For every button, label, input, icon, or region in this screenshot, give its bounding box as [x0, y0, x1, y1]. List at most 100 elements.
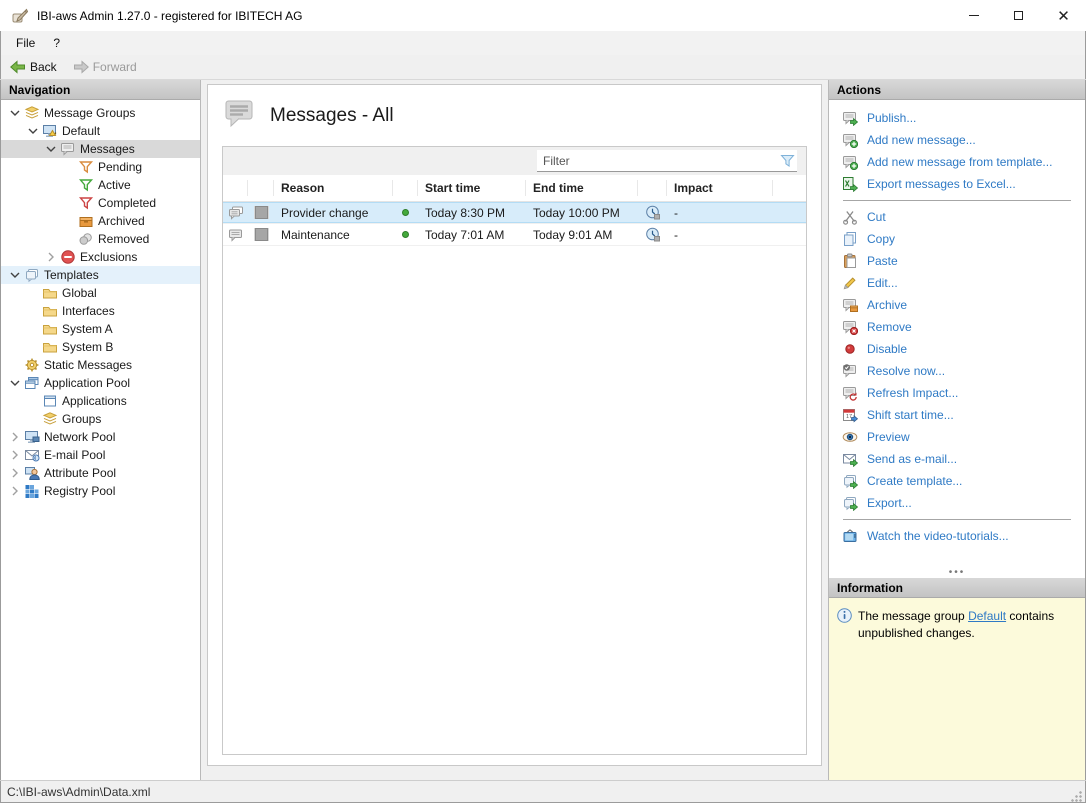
close-button[interactable]: ✕: [1041, 1, 1086, 31]
action-publish[interactable]: Publish...: [841, 107, 1085, 129]
tree-item-completed[interactable]: Completed: [1, 194, 200, 212]
action-copy[interactable]: Copy: [841, 228, 1085, 250]
tree-item-label: Default: [58, 124, 100, 138]
tree-item-pending[interactable]: Pending: [1, 158, 200, 176]
action-watch-the-video-tutorials[interactable]: Watch the video-tutorials...: [841, 525, 1085, 547]
menu-help[interactable]: ?: [44, 32, 69, 54]
navigation-tree: Message Groups Default Messages PendingActi…: [1, 100, 200, 780]
action-archive[interactable]: Archive: [841, 294, 1085, 316]
page-title: Messages - All: [270, 105, 394, 127]
tree-item-label: Messages: [76, 142, 135, 156]
navigation-panel-header: Navigation: [1, 80, 200, 100]
action-paste[interactable]: Paste: [841, 250, 1085, 272]
folder-icon: [41, 339, 58, 355]
tree-item-messages[interactable]: Messages: [1, 140, 200, 158]
expander-closed-icon[interactable]: [7, 465, 23, 481]
expander-open-icon[interactable]: [7, 375, 23, 391]
action-export[interactable]: Export...: [841, 492, 1085, 514]
menu-file[interactable]: File: [7, 32, 44, 54]
tree-item-label: Message Groups: [40, 106, 135, 120]
default-group-link[interactable]: Default: [968, 609, 1006, 623]
action-shift-start-time[interactable]: 17Shift start time...: [841, 404, 1085, 426]
tree-item-system-a[interactable]: System A: [1, 320, 200, 338]
column-header-impact[interactable]: Impact: [667, 180, 773, 196]
folder-icon: [41, 285, 58, 301]
tree-item-interfaces[interactable]: Interfaces: [1, 302, 200, 320]
forward-button[interactable]: Forward: [67, 58, 143, 76]
tree-item-templates[interactable]: Templates: [1, 266, 200, 284]
email-pool-icon: [23, 447, 40, 463]
status-dot: [393, 231, 418, 238]
tree-item-attribute-pool[interactable]: Attribute Pool: [1, 464, 200, 482]
tree-item-global[interactable]: Global: [1, 284, 200, 302]
expander-closed-icon[interactable]: [7, 429, 23, 445]
expander-open-icon[interactable]: [25, 123, 41, 139]
filter-funnel-icon[interactable]: [777, 154, 797, 168]
filter-pending-icon: [77, 159, 94, 175]
minimize-button[interactable]: [951, 1, 996, 31]
expander-closed-icon[interactable]: [7, 483, 23, 499]
tree-item-network-pool[interactable]: Network Pool: [1, 428, 200, 446]
tree-item-static-messages[interactable]: Static Messages: [1, 356, 200, 374]
action-refresh-impact[interactable]: Refresh Impact...: [841, 382, 1085, 404]
tree-item-e-mail-pool[interactable]: E-mail Pool: [1, 446, 200, 464]
action-remove[interactable]: Remove: [841, 316, 1085, 338]
column-header-status[interactable]: [393, 180, 418, 196]
tree-item-registry-pool[interactable]: Registry Pool: [1, 482, 200, 500]
content-area: Messages - All Reason Start timeEnd time I…: [201, 80, 828, 780]
action-add-new-message-from-template[interactable]: Add new message from template...: [841, 151, 1085, 173]
tree-item-exclusions[interactable]: Exclusions: [1, 248, 200, 266]
expander-open-icon[interactable]: [7, 105, 23, 121]
action-export-messages-to-excel[interactable]: Export messages to Excel...: [841, 173, 1085, 195]
maximize-button[interactable]: [996, 1, 1041, 31]
tree-item-message-groups[interactable]: Message Groups: [1, 104, 200, 122]
expander-closed-icon[interactable]: [7, 447, 23, 463]
archive-action-icon: [841, 297, 858, 313]
panel-splitter[interactable]: •••: [829, 568, 1085, 578]
message-row-provider-change[interactable]: Provider changeToday 8:30 PMToday 10:00 …: [223, 202, 806, 224]
tree-item-system-b[interactable]: System B: [1, 338, 200, 356]
tree-item-default[interactable]: Default: [1, 122, 200, 140]
action-resolve-now[interactable]: Resolve now...: [841, 360, 1085, 382]
action-add-new-message[interactable]: Add new message...: [841, 129, 1085, 151]
column-header-impact-icon[interactable]: [638, 180, 667, 196]
disable-icon: [841, 341, 858, 357]
tree-item-groups[interactable]: Groups: [1, 410, 200, 428]
column-header-start-time[interactable]: Start time: [418, 180, 526, 196]
start-time-cell: Today 8:30 PM: [418, 206, 526, 220]
action-cut[interactable]: Cut: [841, 206, 1085, 228]
column-header-type[interactable]: [223, 180, 248, 196]
expander-closed-icon[interactable]: [43, 249, 59, 265]
tree-item-label: System B: [58, 340, 113, 354]
app-icon: [11, 7, 29, 25]
expander-open-icon[interactable]: [43, 141, 59, 157]
column-header-reason[interactable]: Reason: [274, 180, 393, 196]
filter-input[interactable]: [537, 151, 777, 171]
resize-grip[interactable]: [1069, 789, 1083, 803]
tree-item-application-pool[interactable]: Application Pool: [1, 374, 200, 392]
back-button[interactable]: Back: [4, 58, 63, 76]
column-header-end-time[interactable]: End time: [526, 180, 638, 196]
remove-action-icon: [841, 319, 858, 335]
action-edit[interactable]: Edit...: [841, 272, 1085, 294]
action-create-template[interactable]: Create template...: [841, 470, 1085, 492]
tree-item-removed[interactable]: Removed: [1, 230, 200, 248]
action-preview[interactable]: Preview: [841, 426, 1085, 448]
tree-item-applications[interactable]: Applications: [1, 392, 200, 410]
action-label: Refresh Impact...: [867, 386, 958, 400]
tree-item-archived[interactable]: Archived: [1, 212, 200, 230]
right-panel: Actions Publish...Add new message...Add …: [828, 80, 1085, 780]
column-header-filler[interactable]: [773, 180, 806, 196]
action-label: Cut: [867, 210, 886, 224]
tree-item-active[interactable]: Active: [1, 176, 200, 194]
tree-item-label: Groups: [58, 412, 101, 426]
column-header-color[interactable]: [248, 180, 274, 196]
expander-open-icon[interactable]: [7, 267, 23, 283]
action-disable[interactable]: Disable: [841, 338, 1085, 360]
back-label: Back: [30, 60, 57, 74]
send-email-icon: [841, 451, 858, 467]
action-send-as-e-mail[interactable]: Send as e-mail...: [841, 448, 1085, 470]
action-label: Send as e-mail...: [867, 452, 957, 466]
messages-header-icon: [221, 97, 257, 134]
message-row-maintenance[interactable]: MaintenanceToday 7:01 AMToday 9:01 AM-: [223, 224, 806, 246]
